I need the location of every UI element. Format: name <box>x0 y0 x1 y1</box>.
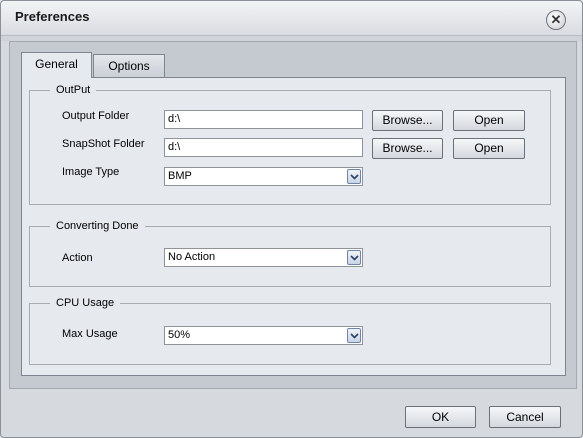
image-type-dropdown-button[interactable] <box>347 169 361 184</box>
action-select[interactable]: No Action <box>164 248 363 267</box>
converting-done-group: Converting Done Action No Action <box>29 220 551 287</box>
converting-done-legend: Converting Done <box>50 220 145 233</box>
content-area: General Options OutPut Output Folder d:\… <box>9 41 577 389</box>
image-type-value: BMP <box>168 170 192 182</box>
output-browse-button[interactable]: Browse... <box>372 110 443 131</box>
close-button[interactable]: ✕ <box>546 10 566 30</box>
dialog-title: Preferences <box>15 9 90 24</box>
title-bar: Preferences ✕ <box>1 1 582 36</box>
output-open-button[interactable]: Open <box>453 110 525 131</box>
snapshot-browse-button[interactable]: Browse... <box>372 138 443 159</box>
max-usage-dropdown-button[interactable] <box>347 328 361 343</box>
tab-general[interactable]: General <box>21 52 92 78</box>
max-usage-value: 50% <box>168 329 191 341</box>
image-type-label: Image Type <box>62 166 120 178</box>
chevron-down-icon <box>350 333 359 339</box>
preferences-dialog: Preferences ✕ General Options OutPut Out… <box>0 0 583 438</box>
chevron-down-icon <box>350 174 359 180</box>
snapshot-folder-input[interactable]: d:\ <box>164 138 363 157</box>
action-value: No Action <box>168 251 216 263</box>
snapshot-folder-label: SnapShot Folder <box>62 138 145 150</box>
chevron-down-icon <box>350 255 359 261</box>
output-folder-label: Output Folder <box>62 110 130 122</box>
general-panel: OutPut Output Folder d:\ Browse... Open … <box>21 77 566 376</box>
output-folder-input[interactable]: d:\ <box>164 110 363 129</box>
close-icon: ✕ <box>550 12 562 27</box>
output-group-legend: OutPut <box>50 84 97 97</box>
image-type-select[interactable]: BMP <box>164 167 363 186</box>
max-usage-label: Max Usage <box>62 328 118 340</box>
cpu-usage-legend: CPU Usage <box>50 297 121 310</box>
tab-options[interactable]: Options <box>93 54 165 78</box>
action-label: Action <box>62 252 93 264</box>
output-group: OutPut Output Folder d:\ Browse... Open … <box>29 84 551 205</box>
action-dropdown-button[interactable] <box>347 250 361 265</box>
max-usage-select[interactable]: 50% <box>164 326 363 345</box>
snapshot-open-button[interactable]: Open <box>453 138 525 159</box>
cancel-button[interactable]: Cancel <box>489 406 561 428</box>
cpu-usage-group: CPU Usage Max Usage 50% <box>29 297 551 365</box>
ok-button[interactable]: OK <box>405 406 476 428</box>
